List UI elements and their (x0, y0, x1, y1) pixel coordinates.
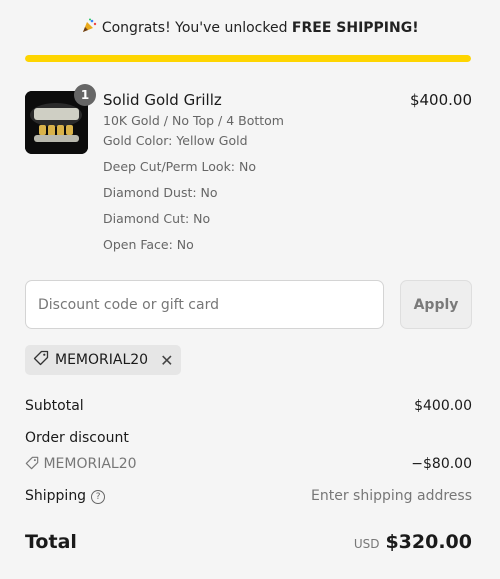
discount-code-input[interactable] (25, 280, 384, 329)
total-row: Total USD $320.00 (25, 531, 472, 553)
subtotal-label: Subtotal (25, 398, 84, 414)
product-option: Gold Color: Yellow Gold (103, 133, 248, 148)
product-info: Solid Gold Grillz 10K Gold / No Top / 4 … (103, 91, 383, 253)
product-option: Diamond Dust: No (103, 185, 218, 200)
shipping-label: Shipping (25, 488, 87, 504)
total-currency: USD (353, 537, 380, 551)
free-shipping-banner: Congrats! You've unlocked FREE SHIPPING! (0, 18, 500, 36)
product-variant: 10K Gold / No Top / 4 Bottom (103, 113, 284, 128)
shipping-value: Enter shipping address (311, 488, 472, 504)
total-value: $320.00 (385, 531, 472, 553)
quantity-badge: 1 (74, 84, 96, 106)
shipping-progress-bar (25, 55, 471, 62)
order-discount-label: Order discount (25, 430, 129, 446)
question-mark-icon[interactable]: ? (91, 490, 106, 504)
discount-value: −$80.00 (411, 456, 472, 472)
discount-code-label: MEMORIAL20 (43, 456, 137, 472)
product-option: Deep Cut/Perm Look: No (103, 159, 256, 174)
remove-discount-icon[interactable]: ✕ (160, 351, 173, 370)
subtotal-row: Subtotal $400.00 (25, 398, 472, 414)
subtotal-value: $400.00 (414, 398, 472, 414)
total-amount: USD $320.00 (354, 531, 472, 553)
apply-discount-button[interactable]: Apply (400, 280, 472, 329)
product-option: Open Face: No (103, 237, 194, 252)
discount-tag-icon (25, 456, 43, 472)
shipping-row: Shipping? Enter shipping address (25, 488, 472, 504)
discount-code-row: MEMORIAL20 −$80.00 (25, 456, 472, 472)
applied-discount-code: MEMORIAL20 (55, 352, 149, 368)
shipping-progress-fill (25, 55, 471, 62)
product-price: $400.00 (409, 91, 472, 109)
product-title: Solid Gold Grillz (103, 91, 222, 109)
party-popper-icon (81, 18, 101, 36)
order-discount-row: Order discount (25, 430, 472, 446)
total-label: Total (25, 531, 77, 553)
banner-bold-text: FREE SHIPPING! (291, 20, 419, 36)
product-option: Diamond Cut: No (103, 211, 211, 226)
price-tag-icon (33, 350, 49, 370)
banner-text: Congrats! You've unlocked (101, 20, 288, 36)
applied-discount-tag: MEMORIAL20 ✕ (25, 345, 182, 375)
